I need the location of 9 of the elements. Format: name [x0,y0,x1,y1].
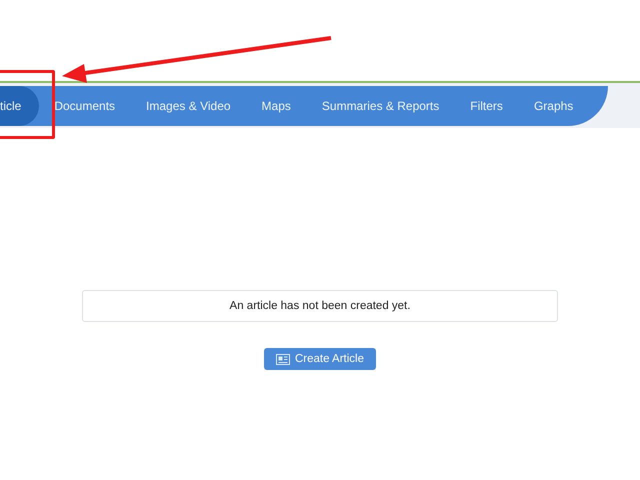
nav-tab[interactable]: Images & Video [131,86,246,126]
nav-tab[interactable]: Summaries & Reports [306,86,454,126]
nav-tab[interactable]: Maps [246,86,306,126]
nav-tab[interactable]: ticle [0,86,40,126]
nav-tab[interactable]: Documents [39,86,130,126]
create-article-button[interactable]: Create Article [264,348,376,370]
nav-tab[interactable]: Filters [455,86,518,126]
empty-message: An article has not been created yet. [82,290,558,322]
nav-tab[interactable]: Graphs [518,86,588,126]
